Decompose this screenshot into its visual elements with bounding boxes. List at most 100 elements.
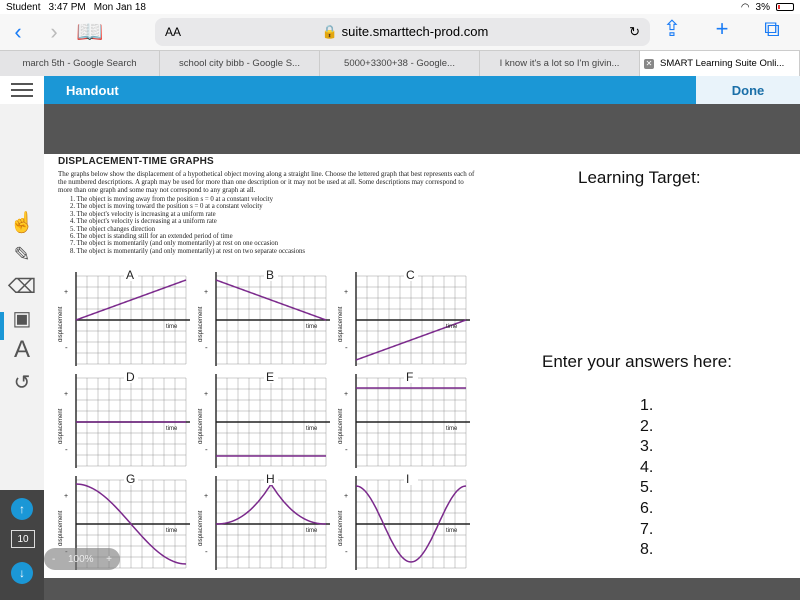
graph-e: Etime + - displacement xyxy=(198,370,333,470)
text-tool-icon[interactable]: A xyxy=(8,336,36,364)
minus-sign: - xyxy=(65,343,68,352)
back-button[interactable]: ‹ xyxy=(0,19,36,45)
worksheet: DISPLACEMENT-TIME GRAPHS The graphs belo… xyxy=(58,156,478,576)
answer-line[interactable]: 1. xyxy=(640,396,653,417)
url-text[interactable]: 🔒 suite.smarttech-prod.com xyxy=(181,24,629,40)
graph-letter: G xyxy=(126,472,135,486)
text-size-button[interactable]: AA xyxy=(165,25,181,39)
answers-list: 1. 2. 3. 4. 5. 6. 7. 8. xyxy=(640,396,653,561)
canvas-bottom-margin xyxy=(44,578,800,600)
browser-tab-active[interactable]: ✕ SMART Learning Suite Onli... xyxy=(640,51,800,76)
active-tool-marker xyxy=(0,312,4,340)
description-item: 5. The object changes direction xyxy=(70,225,155,233)
displacement-axis-label: displacement xyxy=(58,510,64,546)
time-axis-label: time xyxy=(446,528,458,534)
graph-b: Btime + - displacement xyxy=(198,268,333,368)
displacement-axis-label: displacement xyxy=(198,306,204,342)
description-item: 8. The object is momentarily (and only m… xyxy=(70,247,306,255)
battery-icon xyxy=(776,3,794,11)
worksheet-intro: The graphs below show the displacement o… xyxy=(58,170,475,194)
description-item: 4. The object's velocity is decreasing a… xyxy=(70,218,217,226)
page-number[interactable]: 10 xyxy=(11,530,35,548)
answer-line[interactable]: 8. xyxy=(640,540,653,561)
plus-sign: + xyxy=(204,391,208,398)
displacement-axis-label: displacement xyxy=(58,306,64,342)
page-up-button[interactable]: ↑ xyxy=(11,498,33,520)
bookmarks-icon[interactable]: 📖 xyxy=(72,19,108,45)
descriptions-list: 1. The object is moving away from the po… xyxy=(70,196,478,255)
answer-line[interactable]: 4. xyxy=(640,458,653,479)
zoom-in-button[interactable]: + xyxy=(106,554,112,565)
browser-tab[interactable]: I know it's a lot so I'm givin... xyxy=(480,51,640,76)
graph-svg: Itime + -displacement xyxy=(338,472,470,570)
graph-svg: Etime + -displacement xyxy=(198,370,330,468)
answer-line[interactable]: 6. xyxy=(640,499,653,520)
answer-line[interactable]: 7. xyxy=(640,520,653,541)
graph-svg: Atime + -displacement xyxy=(58,268,190,366)
time-axis-label: time xyxy=(166,528,178,534)
handout-canvas: DISPLACEMENT-TIME GRAPHS The graphs belo… xyxy=(44,154,800,578)
displacement-axis-label: displacement xyxy=(338,408,344,444)
forward-button[interactable]: › xyxy=(36,19,72,45)
page-down-button[interactable]: ↓ xyxy=(11,562,33,584)
zoom-control[interactable]: - 100% + xyxy=(44,548,120,570)
minus-sign: - xyxy=(65,445,68,454)
graph-letter: E xyxy=(266,370,274,384)
plus-sign: + xyxy=(204,493,208,500)
description-item: 1. The object is moving away from the po… xyxy=(70,196,274,203)
tabs-overview-icon[interactable]: ⧉ xyxy=(754,16,790,42)
zoom-level: 100% xyxy=(67,553,94,565)
plus-sign: + xyxy=(344,289,348,296)
menu-icon[interactable] xyxy=(0,76,44,104)
carrier-label: Student xyxy=(6,1,41,13)
date-label: Mon Jan 18 xyxy=(93,1,146,13)
graph-letter: A xyxy=(126,268,134,282)
enter-answers-label[interactable]: Enter your answers here: xyxy=(542,352,732,372)
zoom-out-button[interactable]: - xyxy=(52,554,55,565)
description-item: 2. The object is moving toward the posit… xyxy=(70,203,263,211)
eraser-tool-icon[interactable]: ⌫ xyxy=(8,272,36,300)
close-tab-icon[interactable]: ✕ xyxy=(644,58,654,69)
graph-a: Atime + - displacement xyxy=(58,268,193,368)
plus-sign: + xyxy=(344,493,348,500)
wifi-icon: ◠ xyxy=(740,1,750,13)
graph-letter: F xyxy=(406,370,413,384)
learning-target-label[interactable]: Learning Target: xyxy=(578,168,701,188)
time-axis-label: time xyxy=(306,528,318,534)
time-axis-label: time xyxy=(166,324,178,330)
share-icon[interactable]: ⇪ xyxy=(654,16,690,42)
minus-sign: - xyxy=(345,343,348,352)
page-title: Handout xyxy=(66,82,119,98)
graph-c: Ctime + - displacement xyxy=(338,268,473,368)
answer-line[interactable]: 2. xyxy=(640,417,653,438)
graph-svg: Ftime + -displacement xyxy=(338,370,470,468)
page-navigator: ↑ 10 ↓ xyxy=(0,490,44,600)
answer-line[interactable]: 3. xyxy=(640,437,653,458)
answer-panel: Learning Target: Enter your answers here… xyxy=(522,154,800,578)
answer-line[interactable]: 5. xyxy=(640,478,653,499)
displacement-axis-label: displacement xyxy=(58,408,64,444)
time-label: 3:47 PM xyxy=(48,1,86,13)
pen-tool-icon[interactable]: ✎ xyxy=(8,240,36,268)
plus-sign: + xyxy=(204,289,208,296)
new-tab-icon[interactable]: + xyxy=(704,16,740,42)
displacement-axis-label: displacement xyxy=(338,510,344,546)
undo-tool-icon[interactable]: ↺ xyxy=(8,368,36,396)
graph-svg: Dtime + -displacement xyxy=(58,370,190,468)
time-axis-label: time xyxy=(446,324,458,330)
add-image-tool-icon[interactable]: ▣ xyxy=(8,304,36,332)
browser-tab[interactable]: 5000+3300+38 - Google... xyxy=(320,51,480,76)
done-button[interactable]: Done xyxy=(696,76,800,104)
browser-tab[interactable]: school city bibb - Google S... xyxy=(160,51,320,76)
reload-icon[interactable]: ↻ xyxy=(629,24,640,40)
browser-tab[interactable]: march 5th - Google Search xyxy=(0,51,160,76)
displacement-axis-label: displacement xyxy=(338,306,344,342)
minus-sign: - xyxy=(205,547,208,556)
time-axis-label: time xyxy=(166,426,178,432)
browser-tabs: march 5th - Google Search school city bi… xyxy=(0,50,800,76)
graph-h: Htime + - displacement xyxy=(198,472,333,572)
address-bar[interactable]: AA 🔒 suite.smarttech-prod.com ↻ xyxy=(155,18,650,46)
graph-letter: I xyxy=(406,472,409,486)
select-tool-icon[interactable]: ☝ xyxy=(8,208,36,236)
time-axis-label: time xyxy=(306,426,318,432)
